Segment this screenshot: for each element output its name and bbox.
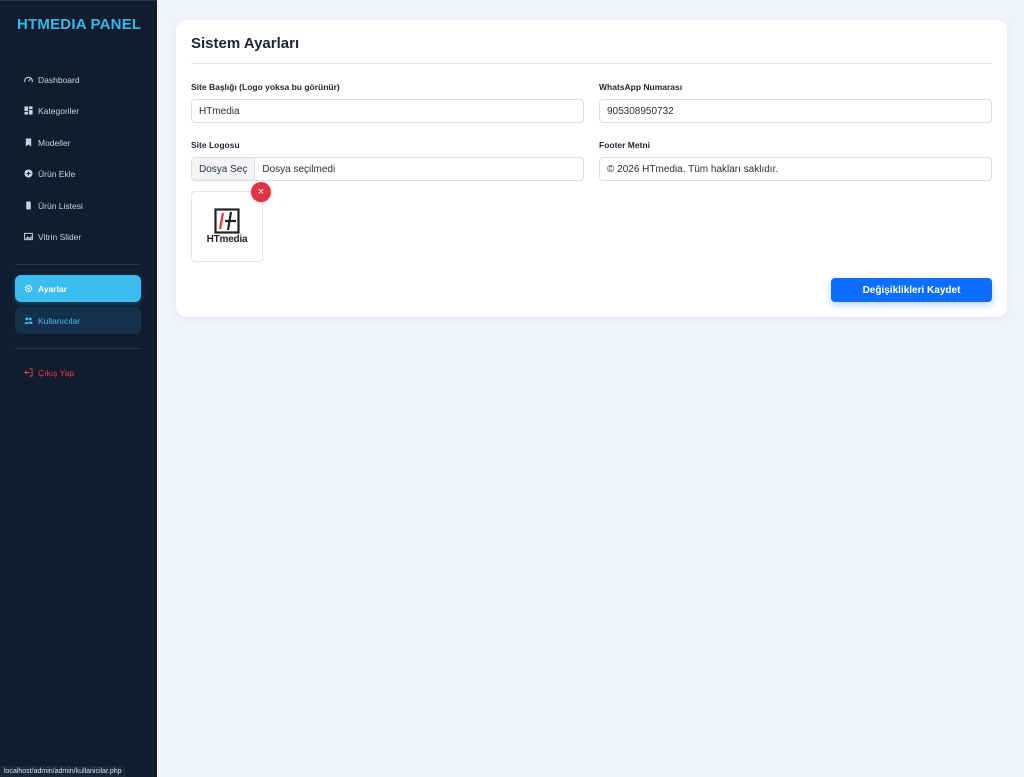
footer-input[interactable]: © 2026 HTmedia. Tüm hakları saklıdır.: [599, 157, 992, 181]
speedometer-icon: [23, 75, 33, 85]
sidebar-item-label: Dashboard: [38, 74, 80, 85]
settings-card: Sistem Ayarları Site Başlığı (Logo yoksa…: [176, 20, 1007, 317]
site-title-label: Site Başlığı (Logo yoksa bu görünür): [191, 82, 340, 92]
sidebar-divider: [15, 264, 141, 265]
image-icon: [23, 232, 33, 242]
people-icon: [23, 316, 33, 326]
whatsapp-label: WhatsApp Numarası: [599, 82, 683, 92]
plus-circle-icon: [23, 169, 33, 179]
footer-label: Footer Metni: [599, 140, 650, 150]
logo-preview: HTmedia: [191, 191, 263, 262]
sidebar-item-label: Ürün Listesi: [38, 200, 83, 211]
bookmark-icon: [23, 138, 33, 148]
status-bar-url: localhost/admin/admin/kullanicilar.php: [0, 766, 126, 777]
htmedia-logo-icon: [214, 208, 240, 234]
sidebar-divider: [15, 348, 141, 349]
page-title: Sistem Ayarları: [191, 35, 300, 52]
sidebar-item-label: Kategoriler: [38, 105, 80, 116]
grid-icon: [23, 106, 33, 116]
sidebar-item-dashboard[interactable]: Dashboard: [15, 66, 141, 93]
sidebar-item-label: Kullanıcılar: [38, 315, 81, 326]
close-icon: ×: [257, 186, 265, 198]
phone-icon: [23, 201, 33, 211]
choose-file-button[interactable]: Dosya Seç: [192, 158, 256, 180]
save-button[interactable]: Değişiklikleri Kaydet: [831, 278, 992, 302]
sidebar-item-label: Ürün Ekle: [38, 168, 76, 179]
logout-icon: [23, 368, 33, 378]
title-divider: [191, 63, 992, 64]
site-title-input[interactable]: HTmedia: [191, 99, 584, 123]
sidebar-item-label: Ayarlar: [38, 283, 67, 294]
sidebar-item-urun-listesi[interactable]: Ürün Listesi: [15, 192, 141, 219]
remove-logo-button[interactable]: ×: [251, 182, 271, 202]
sidebar-item-label: Vitrin Slider: [38, 231, 82, 242]
whatsapp-input[interactable]: 905308950732: [599, 99, 992, 123]
sidebar-item-ayarlar[interactable]: Ayarlar: [15, 275, 141, 302]
gear-icon: [23, 284, 33, 294]
sidebar-item-logout[interactable]: Çıkış Yap: [15, 359, 141, 386]
sidebar-item-kategoriler[interactable]: Kategoriler: [15, 97, 141, 124]
sidebar-item-urun-ekle[interactable]: Ürün Ekle: [15, 160, 141, 187]
sidebar-item-modeller[interactable]: Modeller: [15, 129, 141, 156]
brand-title[interactable]: HTMEDIA PANEL: [17, 16, 141, 33]
sidebar-item-label: Modeller: [38, 137, 71, 148]
logo-file-input[interactable]: Dosya Seç Dosya seçilmedi: [191, 157, 584, 181]
sidebar-item-kullanicilar[interactable]: Kullanıcılar: [15, 307, 141, 334]
site-logo-label: Site Logosu: [191, 140, 240, 150]
sidebar-item-label: Çıkış Yap: [38, 367, 75, 378]
file-name-text: Dosya seçilmedi: [262, 163, 336, 175]
logo-preview-text: HTmedia: [206, 234, 248, 245]
sidebar: HTMEDIA PANEL Dashboard Kategoriler Mode…: [0, 0, 157, 777]
sidebar-item-vitrin-slider[interactable]: Vitrin Slider: [15, 223, 141, 250]
